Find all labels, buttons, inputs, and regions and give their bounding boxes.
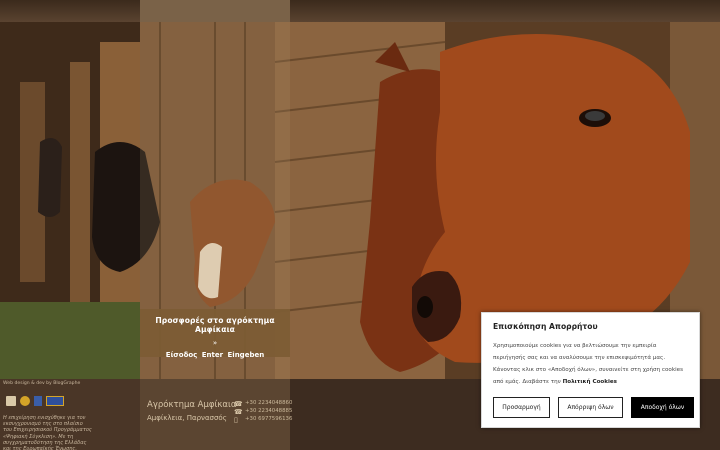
eu-flag-logo: [6, 396, 16, 406]
enter-link[interactable]: Είσοδος Enter Eingeben: [140, 351, 290, 359]
top-band: [0, 0, 720, 22]
offer-box[interactable]: Προσφορές στο αγρόκτημα Αμφίκαια » Είσοδ…: [140, 309, 290, 359]
cookie-text: Χρησιμοποιούμε cookies για να βελτιώσουμ…: [493, 340, 688, 388]
phone-number[interactable]: +30 2234048860: [245, 400, 292, 406]
phone-number[interactable]: +30 6977596136: [245, 416, 292, 422]
funding-logos: [6, 396, 64, 406]
phone-icon: ☎: [234, 400, 243, 408]
mobile-icon: ▯: [234, 416, 238, 424]
cookie-title: Επισκόπηση Απορρήτου: [493, 322, 598, 331]
phone-number[interactable]: +30 2234048885: [245, 408, 292, 414]
farm-location: Αμφίκλεια, Παρνασσός: [147, 414, 227, 422]
design-credit[interactable]: Web design & dev by BlogGraphe: [3, 381, 80, 386]
greek-emblem-logo: [20, 396, 30, 406]
farm-name: Αγρόκτημα Αμφίκαια: [147, 400, 237, 410]
program-logo: [34, 396, 42, 406]
phone-list: ☎ +30 2234048860 ☎ +30 2234048885 ▯ +30 …: [234, 400, 294, 424]
accept-all-button[interactable]: Αποδοχή όλων: [631, 397, 694, 418]
customize-button[interactable]: Προσαρμογή: [493, 397, 550, 418]
offer-title[interactable]: Προσφορές στο αγρόκτημα Αμφίκαια: [140, 309, 290, 334]
funding-disclaimer: Η επιχείρηση ενισχύθηκε για τον εκσυγχρο…: [3, 415, 92, 450]
cookie-buttons: Προσαρμογή Απόρριψη όλων Αποδοχή όλων: [493, 397, 694, 418]
footer-left-column: Web design & dev by BlogGraphe Η επιχείρ…: [0, 379, 140, 450]
top-tab: [140, 0, 290, 22]
espa-logo: [46, 396, 64, 406]
offer-arrow: »: [212, 339, 218, 347]
reject-all-button[interactable]: Απόρριψη όλων: [558, 397, 623, 418]
phone-icon: ☎: [234, 408, 243, 416]
cookie-consent-dialog: Επισκόπηση Απορρήτου Χρησιμοποιούμε cook…: [481, 312, 700, 428]
cookie-policy-link[interactable]: Πολιτική Cookies: [563, 379, 617, 385]
